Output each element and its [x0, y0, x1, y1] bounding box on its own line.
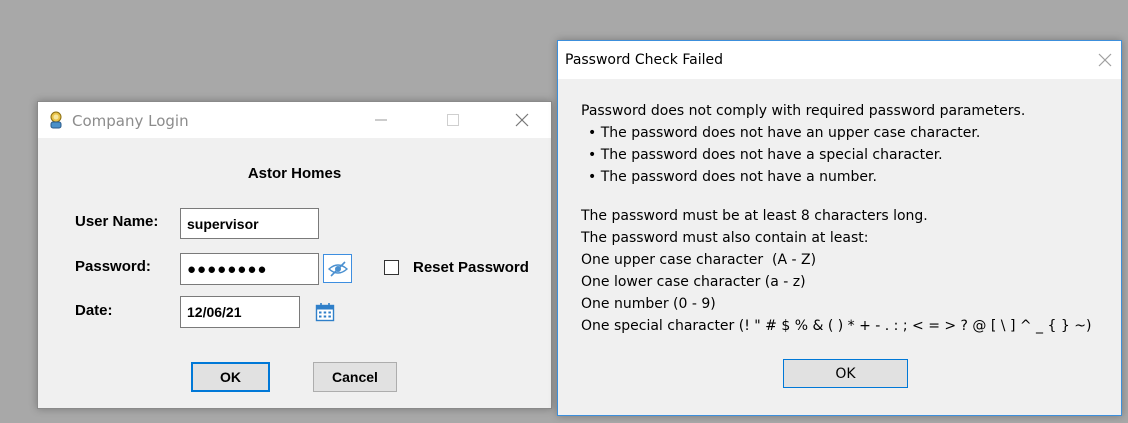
password-check-failed-dialog: Password Check Failed Password does not … — [557, 40, 1122, 416]
message-line: Password does not comply with required p… — [581, 103, 1026, 119]
calendar-icon — [315, 303, 335, 322]
minimize-button[interactable] — [358, 102, 404, 138]
maximize-icon — [447, 114, 459, 126]
msgbox-close-button[interactable] — [1095, 50, 1115, 70]
login-title: Company Login — [72, 112, 189, 130]
company-name: Astor Homes — [247, 165, 342, 182]
message-bullet: • The password does not have a special c… — [588, 147, 943, 163]
reset-password-label[interactable]: Reset Password — [413, 259, 529, 276]
message-bullet: • The password does not have an upper ca… — [588, 125, 981, 141]
minimize-icon — [375, 119, 387, 121]
maximize-button — [430, 102, 476, 138]
calendar-button[interactable] — [315, 302, 335, 322]
message-line: One number (0 - 9) — [581, 296, 716, 312]
password-label: Password: — [75, 258, 151, 275]
login-titlebar[interactable]: Company Login — [38, 102, 551, 138]
msgbox-ok-button[interactable]: OK — [783, 359, 908, 388]
msgbox-titlebar[interactable]: Password Check Failed — [558, 41, 1121, 79]
ok-button[interactable]: OK — [191, 362, 270, 392]
password-field[interactable]: ●●●●●●●● — [180, 253, 319, 285]
message-line: One lower case character (a - z) — [581, 274, 806, 290]
company-login-window: Company Login Astor Homes User Name: sup… — [37, 101, 552, 409]
message-line: One special character (! " # $ % & ( ) *… — [581, 318, 1092, 334]
message-line: One upper case character (A - Z) — [581, 252, 817, 268]
close-icon — [515, 113, 529, 127]
username-label: User Name: — [75, 213, 159, 230]
app-icon — [48, 111, 64, 129]
cancel-button[interactable]: Cancel — [313, 362, 397, 392]
message-bullet: • The password does not have a number. — [588, 169, 877, 185]
date-label: Date: — [75, 302, 113, 319]
eye-hidden-icon — [327, 260, 348, 277]
message-line: The password must be at least 8 characte… — [581, 208, 928, 224]
date-field[interactable]: 12/06/21 — [180, 296, 300, 328]
show-password-button[interactable] — [323, 254, 352, 283]
close-icon — [1098, 53, 1112, 67]
reset-password-checkbox[interactable] — [384, 260, 399, 275]
msgbox-title: Password Check Failed — [565, 52, 723, 68]
message-line: The password must also contain at least: — [581, 230, 869, 246]
close-button[interactable] — [499, 102, 545, 138]
username-field[interactable]: supervisor — [180, 208, 319, 239]
